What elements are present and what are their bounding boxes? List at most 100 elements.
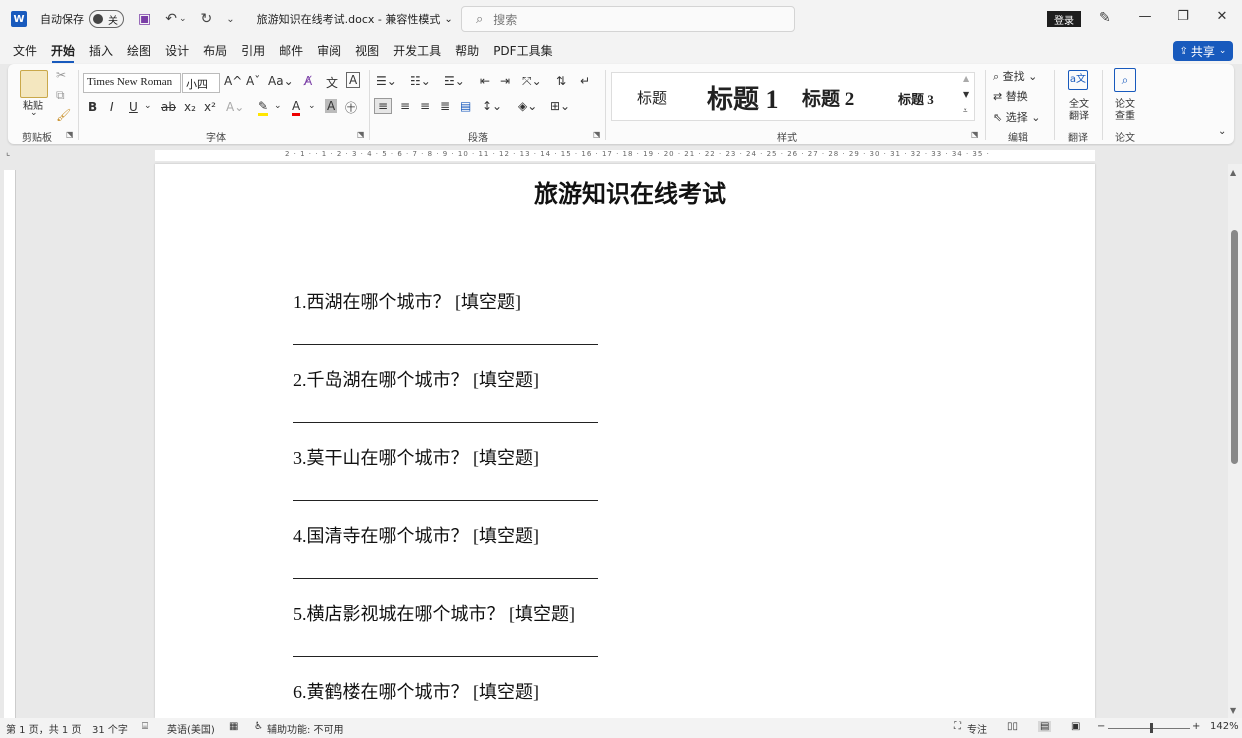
redo-icon[interactable]: ↻ bbox=[201, 11, 213, 27]
answer-line-4[interactable] bbox=[293, 578, 598, 579]
answer-line-1[interactable] bbox=[293, 344, 598, 345]
zoom-level[interactable]: 142% bbox=[1210, 721, 1239, 732]
tab-12[interactable]: PDF工具集 bbox=[486, 38, 559, 64]
styles-expand-icon[interactable]: ⩡ bbox=[963, 106, 968, 116]
grow-font-icon[interactable]: A^ bbox=[224, 74, 242, 88]
tab-8[interactable]: 审阅 bbox=[310, 38, 348, 64]
text-effects-icon[interactable]: A⌄ bbox=[226, 100, 244, 114]
tab-6[interactable]: 引用 bbox=[234, 38, 272, 64]
char-shading-icon[interactable]: A bbox=[325, 99, 338, 113]
superscript-icon[interactable]: x² bbox=[204, 100, 216, 114]
numbering-icon[interactable]: ☷⌄ bbox=[410, 74, 431, 88]
align-right-icon[interactable]: ≡ bbox=[420, 99, 430, 113]
close-icon[interactable]: ✕ bbox=[1212, 9, 1232, 24]
style-heading-3[interactable]: 标题 3 bbox=[898, 89, 934, 108]
copy-icon[interactable]: ⧉ bbox=[56, 88, 65, 103]
font-color-chevron-icon[interactable]: ⌄ bbox=[308, 101, 316, 111]
paper-label-2[interactable]: 查重 bbox=[1115, 107, 1135, 122]
tab-10[interactable]: 开发工具 bbox=[386, 38, 448, 64]
tab-0[interactable]: 文件 bbox=[6, 38, 44, 64]
highlight-chevron-icon[interactable]: ⌄ bbox=[274, 101, 282, 111]
style-heading-2[interactable]: 标题 2 bbox=[802, 84, 854, 111]
multilevel-list-icon[interactable]: ☲⌄ bbox=[444, 74, 465, 88]
tab-2[interactable]: 插入 bbox=[82, 38, 120, 64]
tab-7[interactable]: 邮件 bbox=[272, 38, 310, 64]
document-page[interactable]: 旅游知识在线考试 1.西湖在哪个城市？ [填空题] 2.千岛湖在哪个城市？ [填… bbox=[155, 164, 1095, 718]
translate-icon[interactable]: a文 bbox=[1068, 70, 1088, 90]
accessibility-icon[interactable]: ♿ bbox=[254, 721, 263, 732]
style-heading-1[interactable]: 标题 1 bbox=[707, 79, 779, 116]
show-marks-icon[interactable]: ↵ bbox=[580, 74, 590, 88]
asian-layout-icon[interactable]: ⤧⌄ bbox=[522, 74, 542, 89]
tab-5[interactable]: 布局 bbox=[196, 38, 234, 64]
document-title[interactable]: 旅游知识在线考试.docx - 兼容性模式 bbox=[257, 11, 441, 27]
word-count[interactable]: 31 个字 bbox=[92, 721, 128, 736]
answer-line-5[interactable] bbox=[293, 656, 598, 657]
highlight-icon[interactable]: ✎ bbox=[258, 99, 269, 116]
zoom-out-icon[interactable]: − bbox=[1097, 721, 1105, 732]
undo-dropdown-icon[interactable]: ⌄ bbox=[179, 14, 187, 24]
styles-gallery[interactable]: 标题 标题 1 标题 2 标题 3 bbox=[611, 72, 975, 121]
tab-9[interactable]: 视图 bbox=[348, 38, 386, 64]
decrease-indent-icon[interactable]: ⇤ bbox=[480, 74, 490, 88]
style-title[interactable]: 标题 bbox=[637, 87, 667, 108]
zoom-slider[interactable] bbox=[1108, 728, 1190, 729]
tab-4[interactable]: 设计 bbox=[158, 38, 196, 64]
scroll-up-icon[interactable]: ▲ bbox=[1230, 168, 1236, 177]
tab-1[interactable]: 开始 bbox=[44, 38, 82, 64]
read-mode-icon[interactable]: ▯▯ bbox=[1007, 721, 1018, 732]
tab-3[interactable]: 绘图 bbox=[120, 38, 158, 64]
clear-format-icon[interactable]: A̸ bbox=[304, 74, 312, 88]
bullets-icon[interactable]: ☰⌄ bbox=[376, 74, 397, 88]
shrink-font-icon[interactable]: Aˇ bbox=[246, 74, 260, 88]
change-case-icon[interactable]: Aa⌄ bbox=[268, 74, 294, 88]
focus-label[interactable]: 专注 bbox=[967, 721, 987, 736]
title-chevron-down-icon[interactable]: ⌄ bbox=[444, 14, 452, 25]
font-name-select[interactable]: Times New Roman bbox=[83, 73, 181, 93]
web-layout-icon[interactable]: ▣ bbox=[1071, 721, 1080, 732]
restore-icon[interactable]: ❐ bbox=[1173, 9, 1193, 24]
accessibility-status[interactable]: 辅助功能: 不可用 bbox=[267, 721, 344, 736]
zoom-in-icon[interactable]: + bbox=[1192, 721, 1200, 732]
enclose-char-icon[interactable]: ㊉ bbox=[345, 99, 357, 116]
paste-chevron-icon[interactable]: ⌄ bbox=[30, 108, 38, 118]
vertical-scrollbar[interactable]: ▲ ▼ bbox=[1228, 164, 1242, 718]
underline-chevron-icon[interactable]: ⌄ bbox=[144, 101, 152, 111]
vertical-ruler[interactable] bbox=[4, 170, 16, 718]
proofing-icon[interactable]: ⌸ bbox=[142, 721, 148, 732]
styles-launcher-icon[interactable]: ⬔ bbox=[971, 130, 979, 139]
page-info[interactable]: 第 1 页，共 1 页 bbox=[6, 721, 81, 736]
pen-icon[interactable]: ✎ bbox=[1099, 10, 1111, 26]
minimize-icon[interactable]: — bbox=[1135, 9, 1155, 24]
tab-selector-icon[interactable]: ⌞ bbox=[6, 148, 10, 158]
justify-icon[interactable]: ≣ bbox=[440, 99, 450, 113]
language[interactable]: 英语(美国) bbox=[167, 721, 215, 736]
char-border-icon[interactable]: A bbox=[346, 72, 361, 88]
focus-icon[interactable]: ⛶ bbox=[954, 721, 961, 732]
scrollbar-thumb[interactable] bbox=[1231, 230, 1238, 464]
strikethrough-icon[interactable]: ab bbox=[161, 100, 176, 114]
macro-icon[interactable]: ▦ bbox=[229, 721, 238, 732]
font-launcher-icon[interactable]: ⬔ bbox=[357, 130, 365, 139]
distributed-icon[interactable]: ▤ bbox=[460, 99, 471, 113]
undo-icon[interactable]: ↶ bbox=[165, 11, 177, 27]
align-center-icon[interactable]: ≡ bbox=[400, 99, 410, 113]
increase-indent-icon[interactable]: ⇥ bbox=[500, 74, 510, 88]
subscript-icon[interactable]: x₂ bbox=[184, 100, 196, 114]
save-icon[interactable]: ▣ bbox=[138, 11, 151, 27]
sort-icon[interactable]: ⇅ bbox=[556, 74, 566, 88]
align-left-icon[interactable]: ≡ bbox=[374, 98, 393, 114]
font-size-select[interactable]: 小四 bbox=[182, 73, 220, 93]
format-painter-icon[interactable]: 🖌 bbox=[56, 108, 71, 122]
customize-toolbar-icon[interactable]: ⌄ bbox=[226, 14, 234, 25]
line-spacing-icon[interactable]: ↕⌄ bbox=[482, 99, 502, 113]
find-button[interactable]: ⌕ 查找 ⌄ bbox=[993, 68, 1037, 84]
answer-line-3[interactable] bbox=[293, 500, 598, 501]
tab-11[interactable]: 帮助 bbox=[448, 38, 486, 64]
shading-icon[interactable]: ◈⌄ bbox=[518, 99, 537, 113]
translate-label-2[interactable]: 翻译 bbox=[1069, 107, 1089, 122]
cut-icon[interactable]: ✂ bbox=[56, 68, 66, 82]
collapse-ribbon-icon[interactable]: ⌄ bbox=[1218, 126, 1226, 137]
search-input[interactable]: ⌕ 搜索 bbox=[461, 6, 795, 32]
borders-icon[interactable]: ⊞⌄ bbox=[550, 99, 570, 113]
